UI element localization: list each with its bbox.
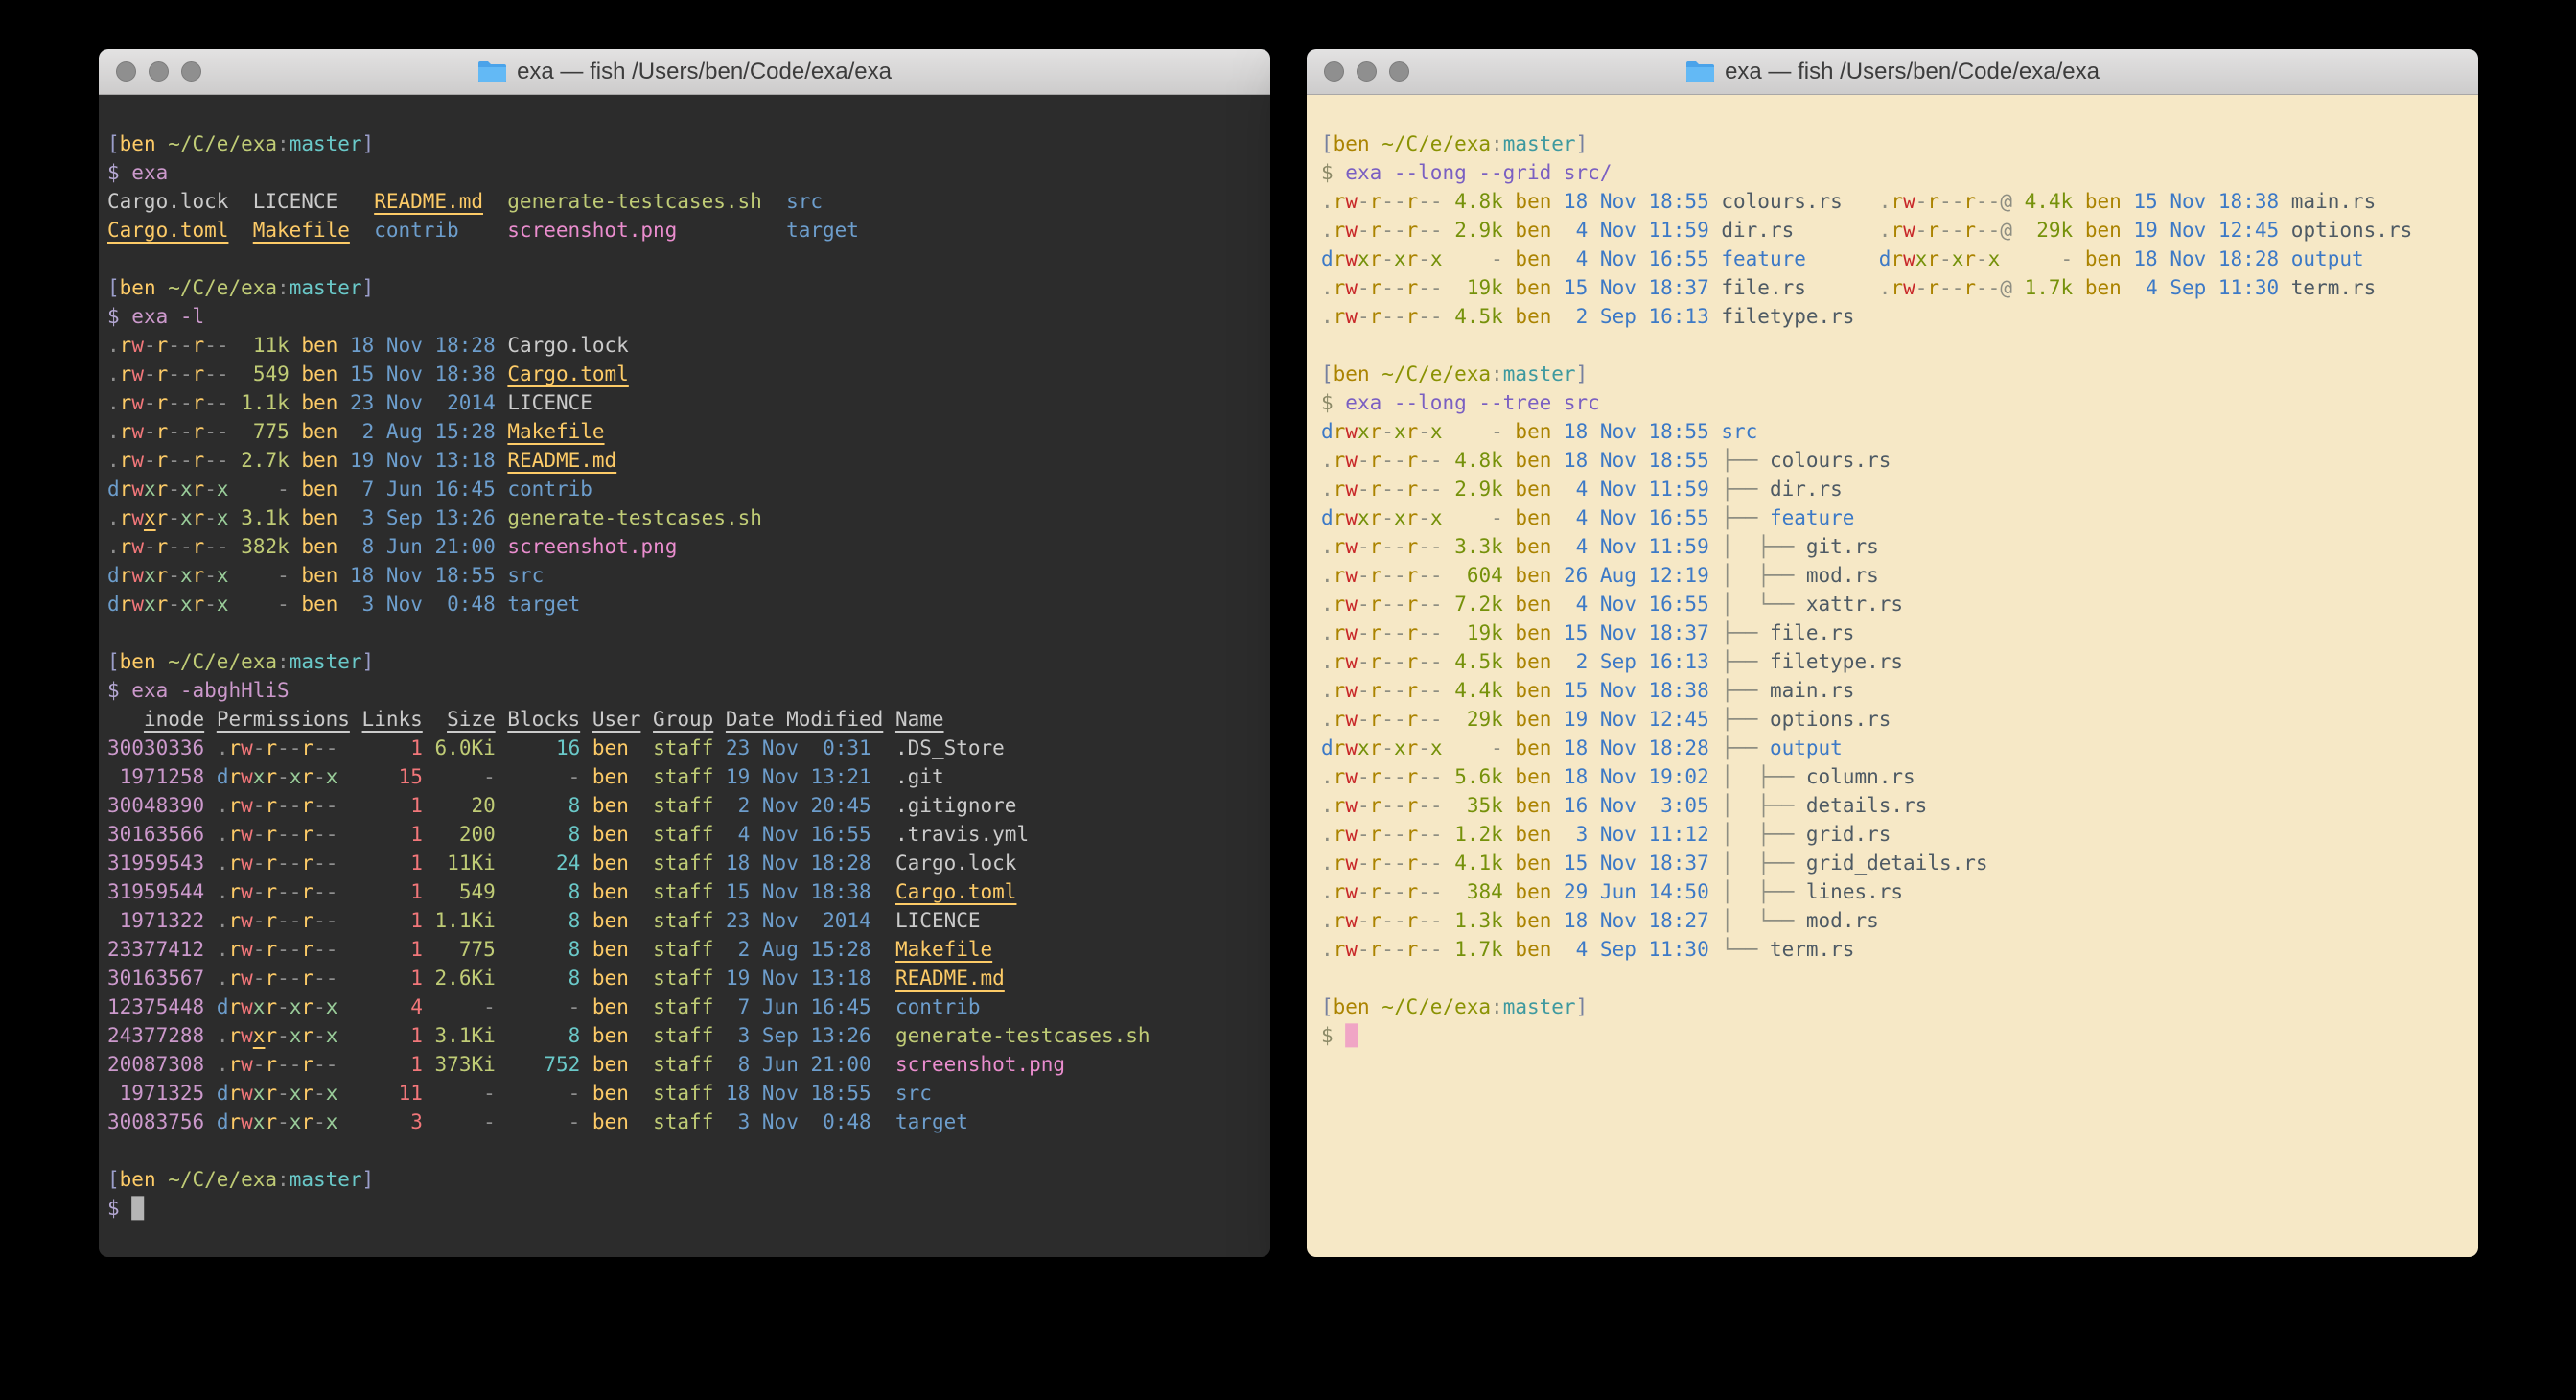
terminal-line: .rw-r--r-- 4.1k ben 15 Nov 18:37 │ ├── g… [1321,849,2471,877]
terminal-line [107,1136,1263,1165]
terminal-line: 1971258 drwxr-xr-x 15 - - ben staff 19 N… [107,762,1263,791]
terminal-line: 30163566 .rw-r--r-- 1 200 8 ben staff 4 … [107,820,1263,849]
window-title: exa — fish /Users/ben/Code/exa/exa [1725,58,2100,85]
terminal-line: .rw-r--r-- 1.2k ben 3 Nov 11:12 │ ├── gr… [1321,820,2471,849]
folder-icon[interactable] [1685,59,1715,83]
terminal-window-light: exa — fish /Users/ben/Code/exa/exa [ben … [1307,49,2478,1257]
terminal-line: $ █ [1321,1021,2471,1050]
terminal-line: .rw-r--r-- 775 ben 2 Aug 15:28 Makefile [107,417,1263,446]
terminal-line: drwxr-xr-x - ben 3 Nov 0:48 target [107,590,1263,618]
terminal-line: .rw-r--r-- 1.7k ben 4 Sep 11:30 └── term… [1321,935,2471,964]
terminal-line: 31959543 .rw-r--r-- 1 11Ki 24 ben staff … [107,849,1263,877]
terminal-line: $ █ [107,1194,1263,1223]
terminal-line: [ben ~/C/e/exa:master] [1321,360,2471,388]
terminal-line: .rw-r--r-- 1.3k ben 18 Nov 18:27 │ └── m… [1321,906,2471,935]
terminal-line: .rw-r--r-- 5.6k ben 18 Nov 19:02 │ ├── c… [1321,762,2471,791]
terminal-line: [ben ~/C/e/exa:master] [107,647,1263,676]
terminal-line: drwxr-xr-x - ben 7 Jun 16:45 contrib [107,475,1263,503]
terminal-line [1321,331,2471,360]
terminal-line: 30163567 .rw-r--r-- 1 2.6Ki 8 ben staff … [107,964,1263,992]
terminal-line: .rw-r--r-- 19k ben 15 Nov 18:37 file.rs … [1321,273,2471,302]
terminal-screen[interactable]: [ben ~/C/e/exa:master]$ exaCargo.lock LI… [99,95,1270,1257]
terminal-window-dark: exa — fish /Users/ben/Code/exa/exa [ben … [99,49,1270,1257]
terminal-line: $ exa -abghHliS [107,676,1263,705]
terminal-line: .rw-r--r-- 4.4k ben 15 Nov 18:38 ├── mai… [1321,676,2471,705]
terminal-line: .rw-r--r-- 35k ben 16 Nov 3:05 │ ├── det… [1321,791,2471,820]
terminal-line: 1971322 .rw-r--r-- 1 1.1Ki 8 ben staff 2… [107,906,1263,935]
desktop: { "page": {"background": "#000000"}, "ti… [0,0,2576,1400]
terminal-line: $ exa --long --grid src/ [1321,158,2471,187]
terminal-line: drwxr-xr-x - ben 18 Nov 18:55 src [1321,417,2471,446]
terminal-line: 30030336 .rw-r--r-- 1 6.0Ki 16 ben staff… [107,734,1263,762]
title-bar[interactable]: exa — fish /Users/ben/Code/exa/exa [1307,49,2478,95]
terminal-line: [ben ~/C/e/exa:master] [107,129,1263,158]
terminal-line: .rw-r--r-- 1.1k ben 23 Nov 2014 LICENCE [107,388,1263,417]
close-button[interactable] [1324,61,1344,82]
terminal-line: .rw-r--r-- 29k ben 19 Nov 12:45 ├── opti… [1321,705,2471,734]
terminal-screen[interactable]: [ben ~/C/e/exa:master]$ exa --long --gri… [1307,95,2478,1257]
terminal-line: .rw-r--r-- 384 ben 29 Jun 14:50 │ ├── li… [1321,877,2471,906]
minimize-button[interactable] [149,61,169,82]
folder-icon[interactable] [477,59,507,83]
terminal-line: .rw-r--r-- 4.5k ben 2 Sep 16:13 filetype… [1321,302,2471,331]
terminal-line: 31959544 .rw-r--r-- 1 549 8 ben staff 15… [107,877,1263,906]
terminal-line: .rw-r--r-- 11k ben 18 Nov 18:28 Cargo.lo… [107,331,1263,360]
terminal-line [107,618,1263,647]
terminal-line: .rw-r--r-- 382k ben 8 Jun 21:00 screensh… [107,532,1263,561]
terminal-line: drwxr-xr-x - ben 18 Nov 18:28 ├── output [1321,734,2471,762]
terminal-line: 1971325 drwxr-xr-x 11 - - ben staff 18 N… [107,1079,1263,1108]
terminal-line: 23377412 .rw-r--r-- 1 775 8 ben staff 2 … [107,935,1263,964]
terminal-line: .rw-r--r-- 3.3k ben 4 Nov 11:59 │ ├── gi… [1321,532,2471,561]
terminal-line: .rwxr-xr-x 3.1k ben 3 Sep 13:26 generate… [107,503,1263,532]
terminal-line: [ben ~/C/e/exa:master] [1321,129,2471,158]
terminal-line: .rw-r--r-- 4.5k ben 2 Sep 16:13 ├── file… [1321,647,2471,676]
terminal-line: $ exa -l [107,302,1263,331]
title-bar[interactable]: exa — fish /Users/ben/Code/exa/exa [99,49,1270,95]
window-title: exa — fish /Users/ben/Code/exa/exa [517,58,892,85]
terminal-line: Cargo.lock LICENCE README.md generate-te… [107,187,1263,216]
terminal-line: inode Permissions Links Size Blocks User… [107,705,1263,734]
terminal-line: Cargo.toml Makefile contrib screenshot.p… [107,216,1263,245]
terminal-line: $ exa [107,158,1263,187]
terminal-line: .rw-r--r-- 4.8k ben 18 Nov 18:55 colours… [1321,187,2471,216]
terminal-line: .rw-r--r-- 2.9k ben 4 Nov 11:59 dir.rs .… [1321,216,2471,245]
terminal-line: 30048390 .rw-r--r-- 1 20 8 ben staff 2 N… [107,791,1263,820]
terminal-line: drwxr-xr-x - ben 4 Nov 16:55 feature drw… [1321,245,2471,273]
terminal-line: drwxr-xr-x - ben 4 Nov 16:55 ├── feature [1321,503,2471,532]
terminal-line: drwxr-xr-x - ben 18 Nov 18:55 src [107,561,1263,590]
terminal-line: .rw-r--r-- 2.9k ben 4 Nov 11:59 ├── dir.… [1321,475,2471,503]
terminal-line: 12375448 drwxr-xr-x 4 - - ben staff 7 Ju… [107,992,1263,1021]
terminal-line: .rw-r--r-- 604 ben 26 Aug 12:19 │ ├── mo… [1321,561,2471,590]
terminal-line: 24377288 .rwxr-xr-x 1 3.1Ki 8 ben staff … [107,1021,1263,1050]
minimize-button[interactable] [1357,61,1377,82]
zoom-button[interactable] [181,61,201,82]
traffic-lights [116,49,201,94]
terminal-line: .rw-r--r-- 549 ben 15 Nov 18:38 Cargo.to… [107,360,1263,388]
terminal-line: [ben ~/C/e/exa:master] [107,273,1263,302]
terminal-line: $ exa --long --tree src [1321,388,2471,417]
terminal-line [107,245,1263,273]
terminal-line: .rw-r--r-- 4.8k ben 18 Nov 18:55 ├── col… [1321,446,2471,475]
terminal-line: .rw-r--r-- 19k ben 15 Nov 18:37 ├── file… [1321,618,2471,647]
terminal-line: [ben ~/C/e/exa:master] [1321,992,2471,1021]
zoom-button[interactable] [1389,61,1409,82]
terminal-line: 30083756 drwxr-xr-x 3 - - ben staff 3 No… [107,1108,1263,1136]
terminal-line: .rw-r--r-- 2.7k ben 19 Nov 13:18 README.… [107,446,1263,475]
terminal-line [1321,964,2471,992]
terminal-line: 20087308 .rw-r--r-- 1 373Ki 752 ben staf… [107,1050,1263,1079]
close-button[interactable] [116,61,136,82]
terminal-line: [ben ~/C/e/exa:master] [107,1165,1263,1194]
terminal-line: .rw-r--r-- 7.2k ben 4 Nov 16:55 │ └── xa… [1321,590,2471,618]
traffic-lights [1324,49,1409,94]
